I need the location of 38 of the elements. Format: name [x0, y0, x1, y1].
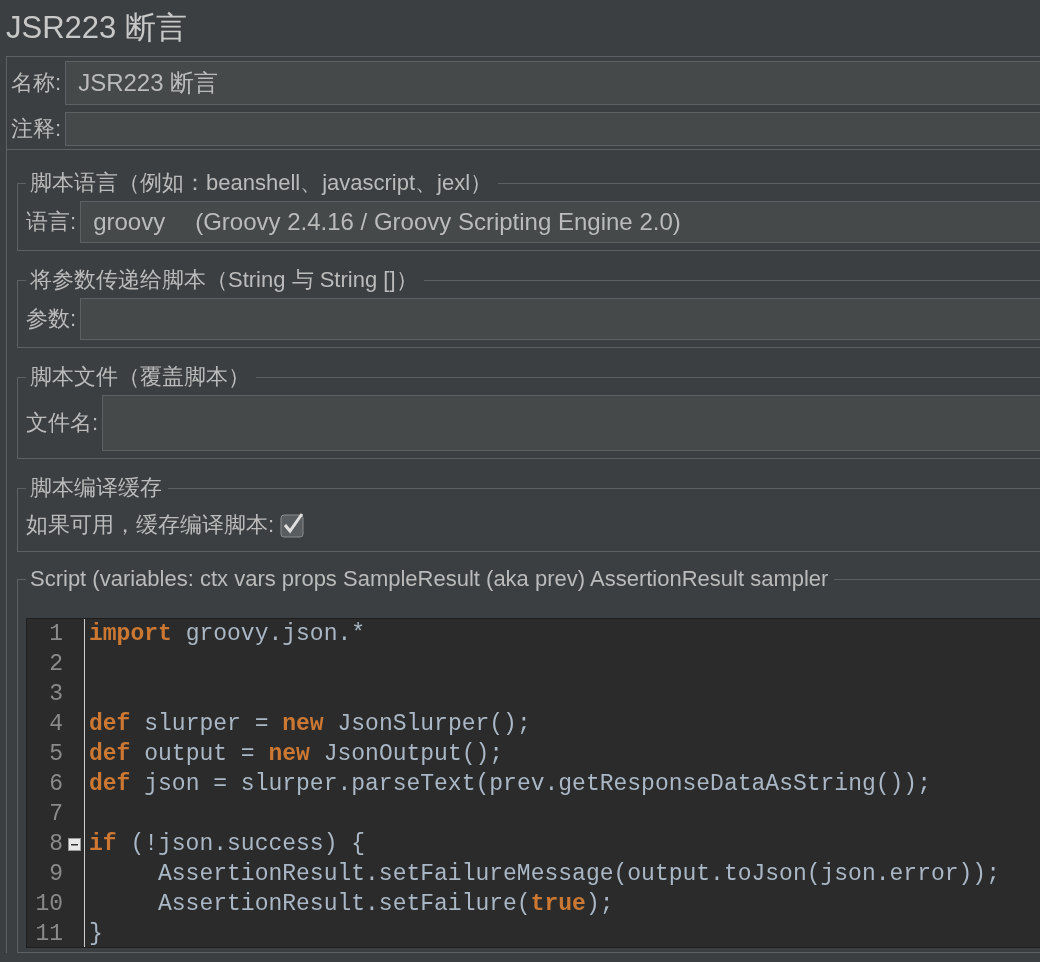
- line-number: 3: [48, 681, 63, 707]
- field-label: 注释:: [11, 115, 62, 143]
- line-number: 6: [48, 771, 63, 797]
- line-number: 5: [48, 741, 63, 767]
- panel-title: JSR223 断言: [5, 9, 188, 47]
- name-field[interactable]: JSR223 断言: [65, 61, 1040, 105]
- field-label: 文件名:: [26, 409, 99, 437]
- field-label: 名称:: [11, 69, 62, 97]
- group-title: 脚本语言（例如：beanshell、javascript、jexl）: [29, 169, 494, 197]
- group-title: 将参数传递给脚本（String 与 String []）: [29, 266, 419, 294]
- input-field[interactable]: [102, 395, 1040, 451]
- code-line: if (!json.success) {: [89, 831, 366, 857]
- line-number: 2: [48, 651, 63, 677]
- code-line: AssertionResult.setFailureMessage(output.toJson(json.error));: [157, 861, 1000, 887]
- code-line: import groovy.json.*: [89, 621, 366, 647]
- field-label: 语言:: [26, 208, 77, 236]
- checkbox-label: 如果可用，缓存编译脚本:: [26, 511, 275, 539]
- code-line: AssertionResult.setFailure(true);: [157, 891, 614, 917]
- line-number: 10: [34, 891, 63, 917]
- group-title: Script (variables: ctx vars props SampleResult (aka prev) AssertionResult sampler: [29, 566, 830, 592]
- code-line: def output = new JsonOutput();: [89, 741, 504, 767]
- field-label: 参数:: [26, 305, 77, 333]
- checkbox[interactable]: [280, 512, 307, 538]
- code-line: def json = slurper.parseText(prev.getResponseDataAsString());: [89, 771, 931, 797]
- group-title: 脚本编译缓存: [29, 474, 163, 502]
- code-line: def slurper = new JsonSlurper();: [89, 711, 531, 737]
- input-field[interactable]: [80, 298, 1040, 340]
- comment-field[interactable]: [65, 112, 1040, 146]
- collapse-icon[interactable]: [68, 837, 81, 851]
- line-number: 4: [48, 711, 63, 737]
- line-number: 8: [48, 831, 63, 857]
- group-title: 脚本文件（覆盖脚本）: [29, 363, 251, 391]
- line-number: 7: [48, 801, 63, 827]
- line-number: 11: [34, 921, 63, 947]
- language-dropdown[interactable]: groovy (Groovy 2.4.16 / Groovy Scripting Engine 2.0): [80, 201, 1040, 243]
- line-number: 9: [48, 861, 63, 887]
- code-line: }: [89, 921, 103, 947]
- line-number: 1: [48, 621, 63, 647]
